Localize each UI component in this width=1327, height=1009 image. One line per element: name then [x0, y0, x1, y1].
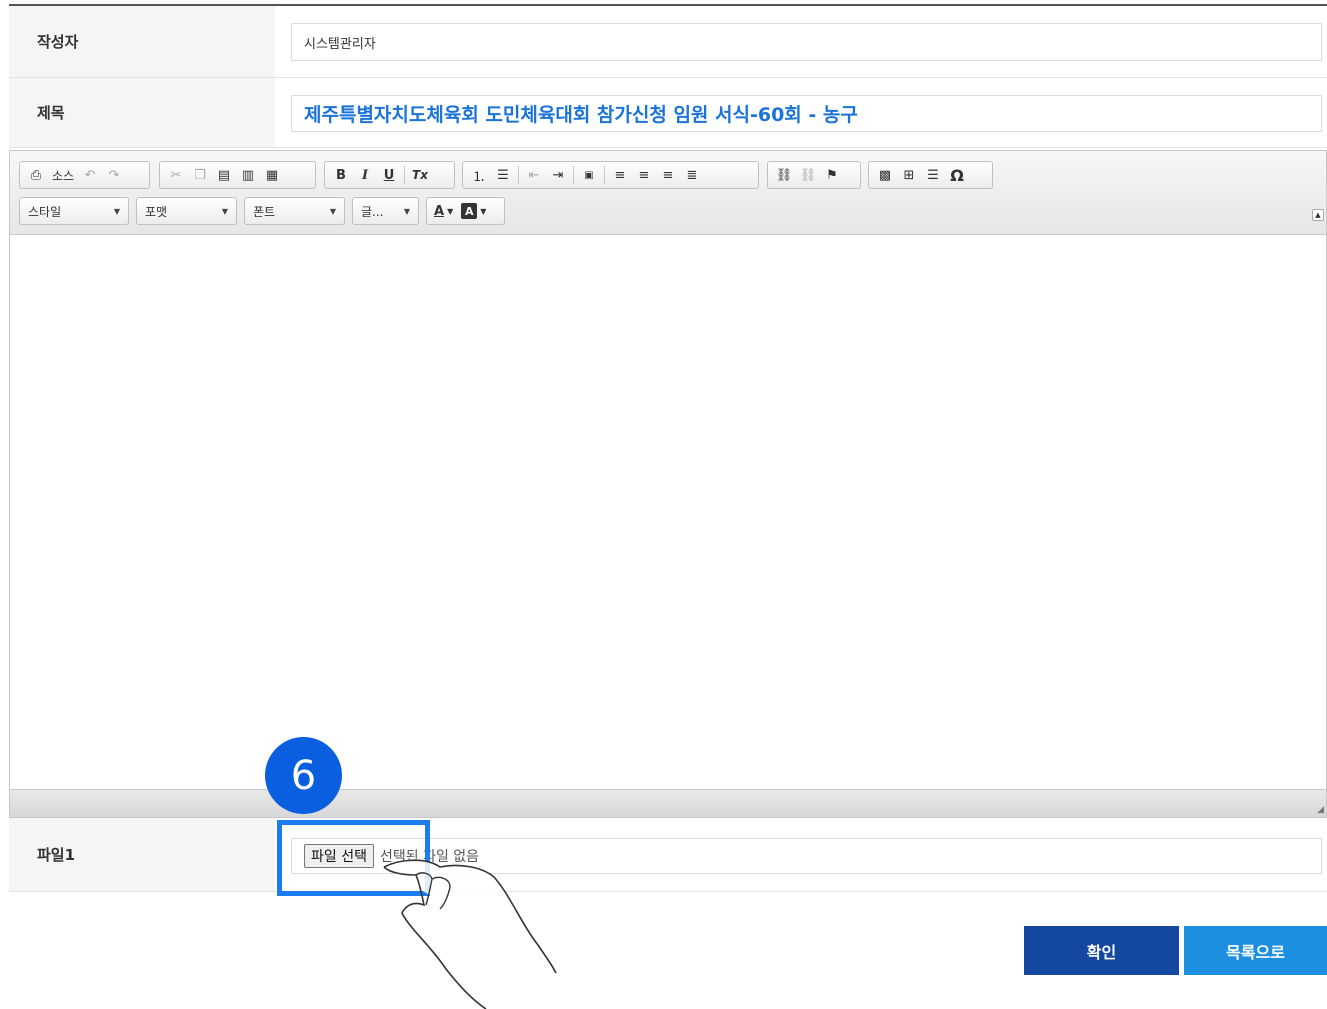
font-size-dropdown-label: 글...	[361, 204, 384, 219]
chevron-down-icon[interactable]: ▼	[480, 207, 486, 216]
background-color-icon[interactable]: A	[461, 203, 478, 219]
toolbar-separator	[518, 166, 519, 184]
image-icon[interactable]: ▩	[873, 164, 897, 186]
unlink-icon[interactable]: ⛓	[796, 164, 820, 186]
toolbar-separator	[573, 166, 574, 184]
chevron-down-icon: ▼	[221, 206, 228, 216]
toolbar-group-insert: ▩ ⊞ ☰ Ω	[868, 161, 993, 189]
back-to-list-button[interactable]: 목록으로	[1184, 926, 1327, 975]
remove-format-icon[interactable]: Tx	[408, 164, 432, 186]
chevron-down-icon: ▼	[113, 206, 120, 216]
file-row: 파일1 파일 선택 선택된 파일 없음	[9, 818, 1327, 892]
redo-icon[interactable]: ↷	[102, 164, 126, 186]
chevron-down-icon: ▼	[403, 206, 410, 216]
editor-content-area[interactable]	[10, 235, 1326, 789]
italic-icon[interactable]: I	[353, 164, 377, 186]
toolbar-separator	[404, 166, 405, 184]
step-number-badge: 6	[265, 737, 342, 814]
toolbar-group-paragraph: ⒈ ☰ ⇤ ⇥ ▣ ≡ ≡ ≡ ≣	[462, 161, 759, 189]
title-label: 제목	[9, 78, 275, 147]
undo-icon[interactable]: ↶	[78, 164, 102, 186]
toolbar-group-clipboard: ✂ ❐ ▤ ▥ ▦	[159, 161, 316, 189]
paste-text-icon[interactable]: ▥	[236, 164, 260, 186]
font-dropdown-label: 폰트	[253, 204, 276, 219]
table-icon[interactable]: ⊞	[897, 164, 921, 186]
title-field[interactable]: 제주특별자치도체육회 도민체육대회 참가신청 임원 서식-60회 - 농구	[291, 95, 1322, 132]
editor-statusbar: ◢	[10, 789, 1326, 817]
toolbar-group-colors: A ▼ A ▼	[426, 197, 505, 225]
bulleted-list-icon[interactable]: ☰	[491, 164, 515, 186]
author-label: 작성자	[9, 6, 275, 77]
resize-grip-icon[interactable]: ◢	[1317, 805, 1324, 815]
horizontal-rule-icon[interactable]: ☰	[921, 164, 945, 186]
editor-toolbar: ⎙ 소스 ↶ ↷ ✂ ❐ ▤ ▥ ▦ B I U Tx ⒈ ☰ ⇤ ⇥ ▣ ≡ …	[10, 151, 1326, 235]
paste-word-icon[interactable]: ▦	[260, 164, 284, 186]
file-label: 파일1	[9, 818, 275, 891]
text-color-icon[interactable]: A	[431, 200, 447, 222]
title-row: 제목 제주특별자치도체육회 도민체육대회 참가신청 임원 서식-60회 - 농구	[9, 78, 1327, 148]
toolbar-group-basicstyles: B I U Tx	[324, 161, 455, 189]
styles-dropdown[interactable]: 스타일 ▼	[19, 197, 129, 225]
bold-icon[interactable]: B	[329, 164, 353, 186]
justify-icon[interactable]: ≣	[680, 164, 704, 186]
format-dropdown[interactable]: 포맷 ▼	[136, 197, 237, 225]
outdent-icon[interactable]: ⇤	[522, 164, 546, 186]
paste-icon[interactable]: ▤	[212, 164, 236, 186]
source-button[interactable]: 소스	[48, 164, 78, 186]
source-icon[interactable]: ⎙	[24, 164, 48, 186]
collapse-toolbar-icon[interactable]: ▲	[1312, 209, 1324, 221]
numbered-list-icon[interactable]: ⒈	[467, 164, 491, 186]
anchor-flag-icon[interactable]: ⚑	[820, 164, 844, 186]
cut-icon[interactable]: ✂	[164, 164, 188, 186]
toolbar-group-links: ⛓ ⛓ ⚑	[767, 161, 861, 189]
pointing-hand-icon	[383, 859, 557, 1009]
styles-dropdown-label: 스타일	[28, 204, 62, 219]
align-right-icon[interactable]: ≡	[656, 164, 680, 186]
align-left-icon[interactable]: ≡	[608, 164, 632, 186]
author-field[interactable]: 시스템관리자	[291, 23, 1322, 61]
toolbar-group-document: ⎙ 소스 ↶ ↷	[19, 161, 150, 189]
align-center-icon[interactable]: ≡	[632, 164, 656, 186]
copy-icon[interactable]: ❐	[188, 164, 212, 186]
font-size-dropdown[interactable]: 글... ▼	[352, 197, 419, 225]
create-div-icon[interactable]: ▣	[577, 164, 601, 186]
confirm-button[interactable]: 확인	[1024, 926, 1179, 975]
chevron-down-icon: ▼	[329, 206, 336, 216]
rich-text-editor: ⎙ 소스 ↶ ↷ ✂ ❐ ▤ ▥ ▦ B I U Tx ⒈ ☰ ⇤ ⇥ ▣ ≡ …	[9, 150, 1327, 818]
toolbar-separator	[604, 166, 605, 184]
font-dropdown[interactable]: 폰트 ▼	[244, 197, 345, 225]
underline-icon[interactable]: U	[377, 164, 401, 186]
special-char-icon[interactable]: Ω	[945, 164, 969, 186]
chevron-down-icon[interactable]: ▼	[447, 207, 453, 216]
author-row: 작성자 시스템관리자	[9, 6, 1327, 78]
indent-icon[interactable]: ⇥	[546, 164, 570, 186]
format-dropdown-label: 포맷	[145, 204, 168, 219]
link-icon[interactable]: ⛓	[772, 164, 796, 186]
